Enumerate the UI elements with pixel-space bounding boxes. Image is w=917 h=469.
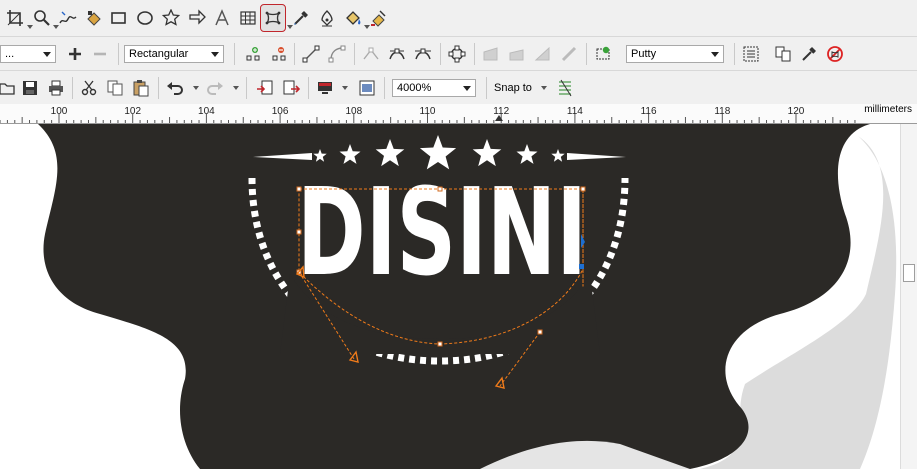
- remove-preset-icon[interactable]: [89, 43, 111, 65]
- ruler-ticks: 100 102 104 106 108 110 112 114 116 118 120: [0, 106, 856, 123]
- reflect-node-icon[interactable]: [558, 43, 580, 65]
- crop-icon[interactable]: [4, 7, 26, 29]
- ruler-tick-label: 110: [420, 106, 436, 117]
- ruler-tick-label: 104: [198, 106, 215, 117]
- delete-node-icon[interactable]: [268, 43, 290, 65]
- add-preset-icon[interactable]: [64, 43, 86, 65]
- snap-to-button[interactable]: Snap to: [494, 82, 532, 94]
- ruler-tick-label: 102: [124, 106, 141, 117]
- stretch-node-icon[interactable]: [480, 43, 502, 65]
- ruler-tick-label: 116: [641, 106, 657, 117]
- basic-shapes-icon[interactable]: [186, 7, 208, 29]
- copy-envelope-icon[interactable]: [772, 43, 794, 65]
- ruler-tick-label: 120: [788, 106, 805, 117]
- align-node-icon[interactable]: [532, 43, 554, 65]
- selection-mode-dropdown[interactable]: Rectangular: [124, 45, 224, 63]
- text-icon[interactable]: [211, 7, 233, 29]
- envelope-mode-dropdown[interactable]: Putty: [626, 45, 724, 63]
- add-new-envelope-icon[interactable]: [592, 43, 614, 65]
- drawing-canvas[interactable]: DISINI: [0, 124, 900, 469]
- smart-fill-icon[interactable]: [83, 7, 105, 29]
- artwork-text[interactable]: DISINI: [297, 164, 587, 303]
- horizontal-ruler[interactable]: 100 102 104 106 108 110 112 114 116 118 120 millim…: [0, 104, 917, 124]
- cut-icon[interactable]: [78, 77, 100, 99]
- ruler-tick-label: 108: [345, 106, 362, 117]
- undo-icon[interactable]: [164, 77, 186, 99]
- ruler-tick-label: 114: [567, 106, 583, 117]
- zoom-level-dropdown[interactable]: 4000%: [392, 79, 476, 97]
- import-icon[interactable]: [254, 77, 276, 99]
- vertical-scroll-thumb[interactable]: [903, 264, 915, 282]
- keep-lines-icon[interactable]: [740, 43, 762, 65]
- ruler-tick-label: 106: [272, 106, 289, 117]
- print-icon[interactable]: [45, 77, 67, 99]
- copy-properties-eyedropper-icon[interactable]: [798, 43, 820, 65]
- application-launcher-icon[interactable]: [314, 77, 336, 99]
- preset-dropdown[interactable]: ...: [0, 45, 56, 63]
- ellipse-icon[interactable]: [134, 7, 156, 29]
- convert-to-line-icon[interactable]: [300, 43, 322, 65]
- redo-icon[interactable]: [204, 77, 226, 99]
- copy-icon[interactable]: [104, 77, 126, 99]
- envelope-mode-value: Putty: [631, 48, 657, 60]
- envelope-icon[interactable]: [260, 4, 286, 32]
- table-icon[interactable]: [237, 7, 259, 29]
- welcome-screen-icon[interactable]: [356, 77, 378, 99]
- property-bar: ... Rectangular Putty: [0, 37, 917, 71]
- smooth-node-icon[interactable]: [386, 43, 408, 65]
- clear-envelope-icon[interactable]: [824, 43, 846, 65]
- pen-nib-icon[interactable]: [316, 7, 338, 29]
- preset-value: ...: [5, 48, 15, 60]
- open-icon[interactable]: [0, 77, 18, 99]
- selection-mode-value: Rectangular: [129, 48, 189, 60]
- rectangle-icon[interactable]: [108, 7, 130, 29]
- options-icon[interactable]: [554, 77, 576, 99]
- rotate-node-icon[interactable]: [506, 43, 528, 65]
- freehand-icon[interactable]: [57, 7, 79, 29]
- eyedropper-icon[interactable]: [290, 7, 312, 29]
- vertical-scrollbar[interactable]: [900, 124, 917, 469]
- convert-to-curve-icon[interactable]: [326, 43, 348, 65]
- zoom-icon[interactable]: [31, 7, 53, 29]
- symmetrical-node-icon[interactable]: [412, 43, 434, 65]
- standard-bar: 4000% Snap to: [0, 71, 917, 105]
- star-icon[interactable]: [160, 7, 182, 29]
- interactive-fill-icon[interactable]: [368, 7, 390, 29]
- ruler-tick-label: 100: [51, 106, 68, 117]
- cusp-node-icon[interactable]: [360, 43, 382, 65]
- save-icon[interactable]: [19, 77, 41, 99]
- paste-icon[interactable]: [130, 77, 152, 99]
- add-node-icon[interactable]: [242, 43, 264, 65]
- select-all-nodes-icon[interactable]: [446, 43, 468, 65]
- zoom-level-value: 4000%: [397, 82, 432, 94]
- toolbox-bar: [0, 0, 917, 37]
- export-icon[interactable]: [280, 77, 302, 99]
- ruler-unit-label: millimeters: [864, 104, 912, 115]
- fill-bucket-icon[interactable]: [342, 7, 364, 29]
- ruler-tick-label: 118: [714, 106, 730, 117]
- ruler-tick-label: 112: [493, 106, 509, 117]
